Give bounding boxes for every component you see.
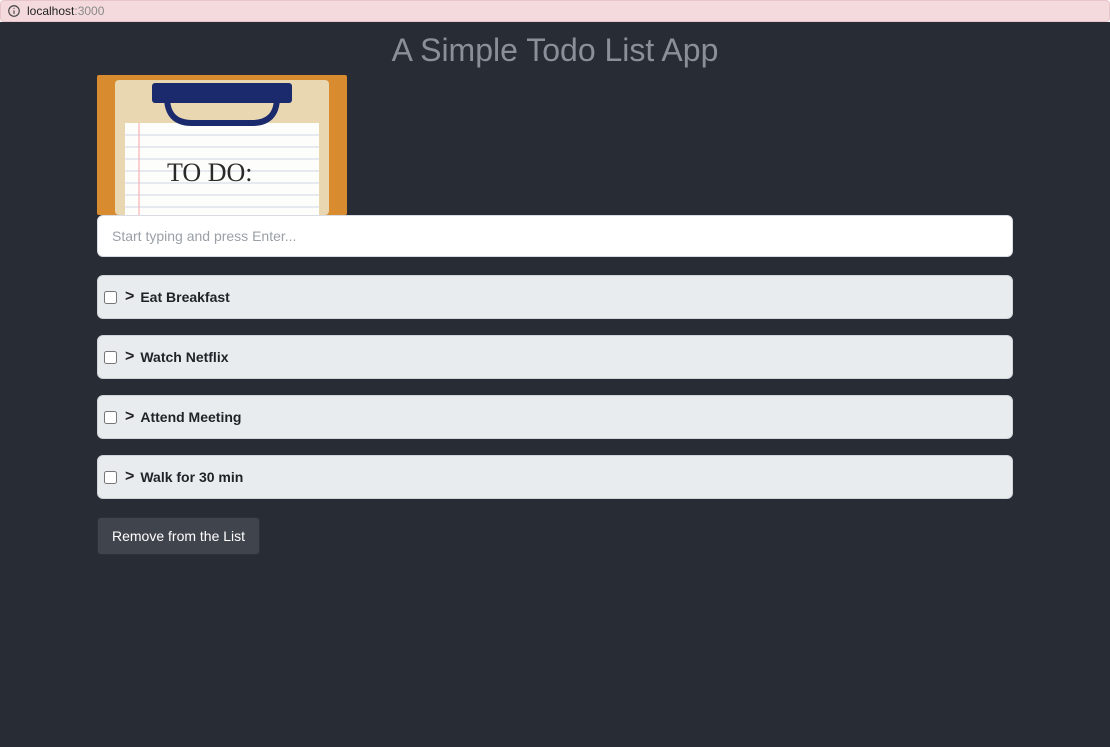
todo-label: Eat Breakfast	[140, 289, 230, 305]
todo-checkbox[interactable]	[104, 411, 117, 424]
content-container: TO DO: > Eat Breakfast > Watch Netflix > Atte…	[97, 75, 1013, 555]
chevron-right-icon: >	[125, 348, 134, 366]
browser-url-port: :3000	[74, 4, 104, 18]
todo-label: Attend Meeting	[140, 409, 241, 425]
browser-address-bar[interactable]: localhost:3000	[0, 0, 1110, 22]
new-todo-row	[97, 215, 1013, 257]
app-root: A Simple Todo List App	[0, 22, 1110, 747]
list-item: > Watch Netflix	[97, 335, 1013, 379]
todo-checkbox[interactable]	[104, 351, 117, 364]
browser-url: localhost:3000	[27, 4, 104, 18]
chevron-right-icon: >	[125, 468, 134, 486]
list-item: > Attend Meeting	[97, 395, 1013, 439]
clipboard-text: TO DO:	[167, 158, 252, 187]
todo-label: Watch Netflix	[140, 349, 228, 365]
info-icon	[7, 4, 21, 18]
todo-clipboard-image: TO DO:	[97, 75, 347, 215]
todo-checkbox[interactable]	[104, 291, 117, 304]
todo-checkbox[interactable]	[104, 471, 117, 484]
todo-list: > Eat Breakfast > Watch Netflix > Attend Meet…	[97, 275, 1013, 499]
chevron-right-icon: >	[125, 408, 134, 426]
browser-url-host: localhost	[27, 4, 74, 18]
page-title: A Simple Todo List App	[0, 22, 1110, 69]
new-todo-input[interactable]	[97, 215, 1013, 257]
chevron-right-icon: >	[125, 288, 134, 306]
list-item: > Eat Breakfast	[97, 275, 1013, 319]
list-item: > Walk for 30 min	[97, 455, 1013, 499]
remove-button[interactable]: Remove from the List	[97, 517, 260, 555]
todo-label: Walk for 30 min	[140, 469, 243, 485]
